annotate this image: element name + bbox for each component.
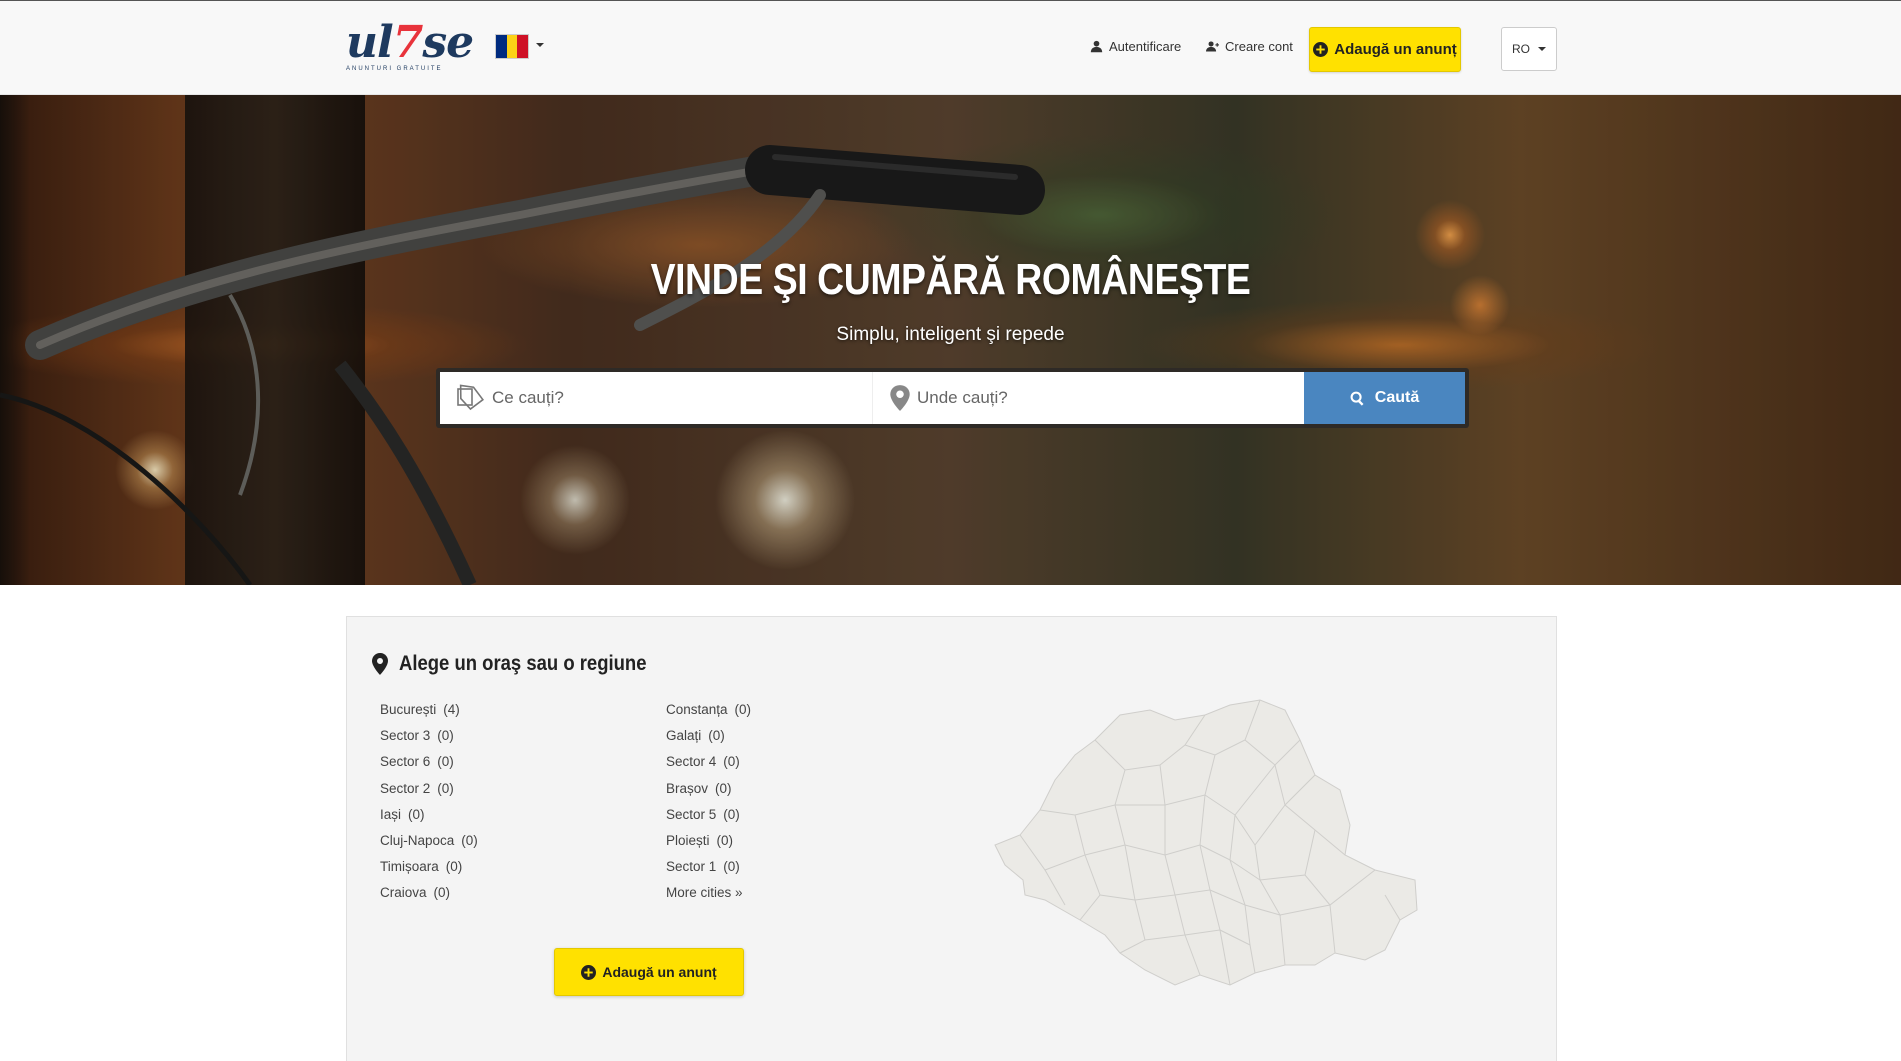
login-link[interactable]: Autentificare [1090,39,1181,54]
search-where-field[interactable] [872,372,1304,424]
add-listing-button[interactable]: Adaugă un anunț [1309,27,1461,72]
hero-title: VINDE ŞI CUMPĂRĂ ROMÂNEŞTE [650,255,1251,304]
search-what-field[interactable] [440,372,872,424]
romania-flag-icon[interactable] [495,34,529,59]
city-link[interactable]: Brașov (0) [666,779,751,805]
language-select[interactable]: RO [1501,27,1557,71]
tag-outline-icon [457,384,485,411]
map-pin-icon [890,385,910,411]
plus-circle-icon [1313,42,1329,57]
city-link[interactable]: Sector 3 (0) [380,726,478,752]
city-link[interactable]: Ploiești (0) [666,831,751,857]
city-link[interactable]: Sector 5 (0) [666,805,751,831]
city-link[interactable]: Constanța (0) [666,700,751,726]
search-where-input[interactable] [917,388,1297,408]
city-link[interactable]: Sector 6 (0) [380,752,478,778]
search-what-input[interactable] [492,388,872,408]
plus-circle-icon [581,964,597,980]
more-cities-link[interactable]: More cities » [666,883,751,909]
top-header: ul7se ANUNTURI GRATUITE Autentificare Cr… [0,0,1901,95]
site-logo[interactable]: ul7se ANUNTURI GRATUITE [346,21,474,73]
region-heading: Alege un oraş sau o regiune [371,652,680,676]
search-button[interactable]: Caută [1304,372,1465,424]
search-icon [1350,391,1364,406]
city-list-right: Constanța (0) Galați (0) Sector 4 (0) Brașo… [666,700,751,910]
country-caret-icon[interactable] [536,43,544,47]
hero-subtitle: Simplu, inteligent şi repede [836,324,1065,345]
city-link[interactable]: Cluj-Napoca (0) [380,831,478,857]
region-section: Alege un oraş sau o regiune București (4)… [346,616,1557,1061]
city-link[interactable]: Galați (0) [666,726,751,752]
city-link[interactable]: Sector 1 (0) [666,857,751,883]
user-icon [1090,40,1103,53]
city-link[interactable]: București (4) [380,700,478,726]
user-plus-icon [1206,41,1219,52]
city-link[interactable]: Craiova (0) [380,883,478,909]
chevron-down-icon [1538,47,1546,51]
city-link[interactable]: Timișoara (0) [380,857,478,883]
city-link[interactable]: Sector 2 (0) [380,779,478,805]
hero-banner: VINDE ŞI CUMPĂRĂ ROMÂNEŞTE Simplu, intel… [0,95,1901,585]
map-outline [994,699,1418,986]
romania-region-map[interactable] [985,695,1435,1015]
city-list-left: București (4) Sector 3 (0) Sector 6 (0) Sec… [380,700,478,910]
city-link[interactable]: Iași (0) [380,805,478,831]
city-link[interactable]: Sector 4 (0) [666,752,751,778]
search-bar: Caută [436,368,1469,428]
register-link[interactable]: Creare cont [1206,39,1293,54]
add-listing-button-main[interactable]: Adaugă un anunț [554,948,744,996]
map-marker-icon [372,653,388,675]
